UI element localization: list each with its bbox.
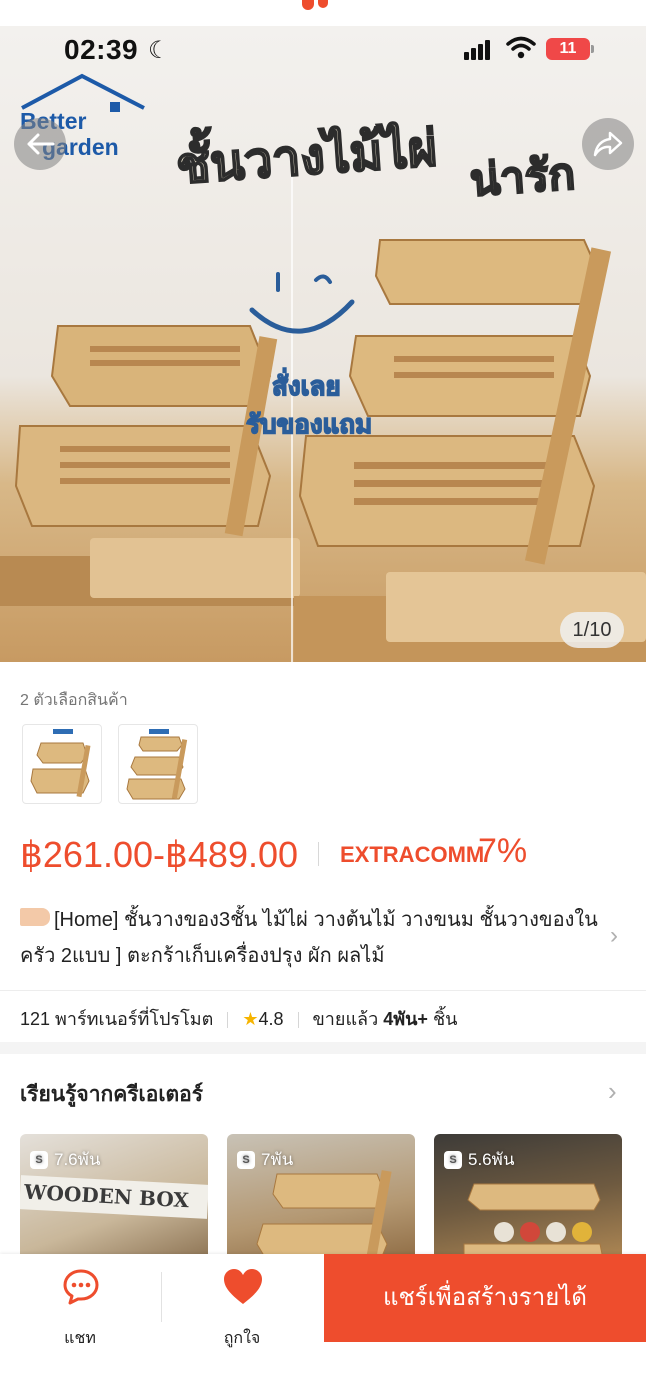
chat-label: แชท: [64, 1330, 96, 1347]
variant-3-tier-image: [126, 729, 188, 800]
sold-value: 4พัน+: [383, 1009, 428, 1029]
view-count: 7พัน: [261, 1150, 294, 1169]
creators-section-title: เรียนรู้จากครีเอเตอร์: [20, 1083, 204, 1106]
divider: [0, 990, 646, 991]
heart-icon: [224, 1269, 262, 1304]
video-views: S 5.6พัน: [444, 1146, 514, 1173]
hero-promo-line2: รับของแถม: [245, 408, 373, 440]
share-button[interactable]: [582, 118, 634, 170]
like-button[interactable]: ถูกใจ: [162, 1264, 322, 1347]
extra-comm-badge: EXTRACOMM: [340, 842, 484, 868]
sold-prefix: ขายแล้ว: [312, 1009, 379, 1029]
product-image-carousel[interactable]: Better garden ชั้นวางไม้ไผ่ น่ารัก สั่งเ…: [0, 26, 646, 662]
variant-thumbnail[interactable]: [118, 724, 198, 804]
variant-count-label: 2 ตัวเลือกสินค้า: [20, 692, 128, 709]
hero-headline-2: น่ารัก: [467, 148, 577, 206]
previous-screen-sliver: [0, 0, 646, 26]
stats-separator: [227, 1012, 229, 1029]
video-thumbnail-shelf: [256, 1170, 392, 1264]
product-stats: 121 พาร์ทเนอร์ที่โปรโมต ★4.8 ขายแล้ว 4พัน+…: [20, 1004, 457, 1033]
view-count: 7.6พัน: [54, 1150, 101, 1169]
hero-promo-line1: สั่งเลย: [271, 370, 341, 402]
variant-thumbnail[interactable]: [22, 724, 102, 804]
moon-icon: ☾: [148, 37, 170, 64]
share-to-earn-button[interactable]: แชร์เพื่อสร้างรายได้: [324, 1254, 646, 1342]
back-button[interactable]: [14, 118, 66, 170]
commission-rate: 7%: [478, 832, 528, 870]
sliver-dot: [318, 0, 328, 8]
video-thumbnail-shelf: [463, 1183, 605, 1264]
variant-2-tier-image: [30, 729, 91, 798]
creator-video-card[interactable]: S 7พัน: [227, 1134, 415, 1264]
chevron-right-icon[interactable]: ›: [608, 1076, 617, 1107]
rating-value: 4.8: [258, 1009, 284, 1029]
bottom-action-bar: แชท ถูกใจ แชร์เพื่อสร้างรายได้: [0, 1254, 646, 1400]
cellular-signal-icon: [464, 40, 492, 60]
wifi-icon: [506, 36, 536, 59]
hero-headline: ชั้นวางไม้ไผ่: [173, 119, 440, 195]
chat-button[interactable]: แชท: [0, 1264, 160, 1347]
play-icon: S: [30, 1150, 48, 1169]
battery-indicator: 11: [546, 38, 590, 60]
creator-video-card[interactable]: S 5.6พัน: [434, 1134, 622, 1264]
shelf-2-tier-image: [0, 325, 300, 606]
partner-count: 121 พาร์ทเนอร์ที่โปรโมต: [20, 1009, 214, 1029]
star-icon: ★: [242, 1009, 259, 1029]
arrow-left-icon: [27, 133, 55, 155]
video-views: S 7.6พัน: [30, 1146, 100, 1173]
video-views: S 7พัน: [237, 1146, 293, 1173]
view-count: 5.6พัน: [468, 1150, 515, 1169]
section-gap: [0, 1042, 646, 1054]
stats-separator: [297, 1012, 299, 1029]
extra-label: EXTRA: [340, 842, 415, 867]
sold-unit: ชิ้น: [432, 1009, 458, 1029]
play-icon: S: [444, 1150, 462, 1169]
creator-video-card[interactable]: WOODEN BOX S 7.6พัน: [20, 1134, 208, 1264]
share-arrow-icon: [593, 131, 623, 157]
price-range: ฿261.00-฿489.00: [20, 834, 299, 875]
sliver-dot: [302, 0, 314, 10]
like-label: ถูกใจ: [223, 1330, 261, 1347]
image-counter: 1/10: [560, 612, 624, 648]
chat-bubble-icon: [63, 1269, 99, 1305]
status-time: 02:39: [64, 34, 139, 65]
price-divider: [318, 842, 319, 866]
status-bar: 02:39 ☾ 11: [0, 26, 646, 74]
comm-label: COMM: [414, 842, 485, 867]
battery-tip: [591, 45, 594, 53]
chevron-right-icon[interactable]: ›: [610, 922, 618, 950]
product-title[interactable]: [Home] ชั้นวางของ3ชั้น ไม้ไผ่ วางต้นไม้ …: [20, 902, 610, 974]
smile-doodle: [249, 272, 355, 334]
play-icon: S: [237, 1150, 255, 1169]
